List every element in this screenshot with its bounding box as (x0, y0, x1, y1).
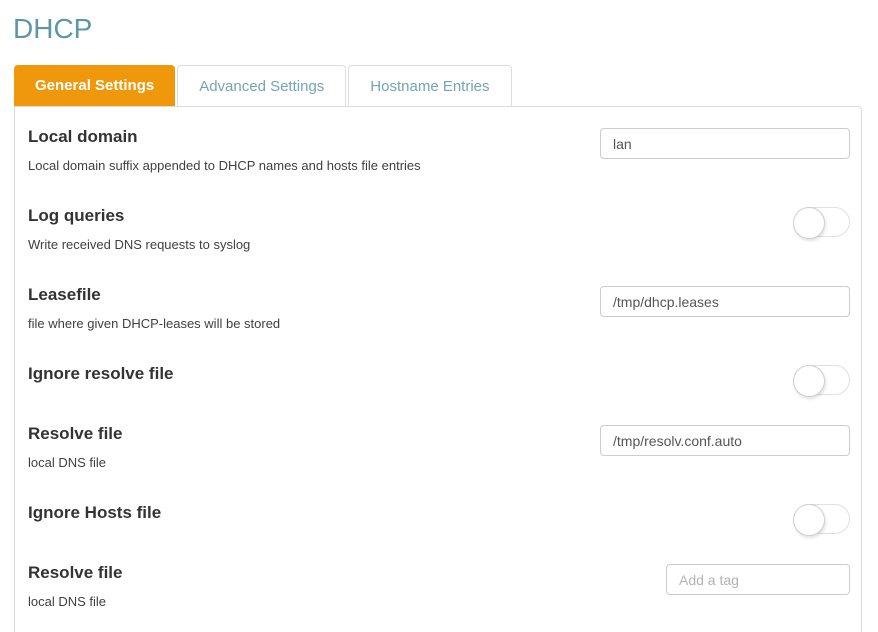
field-label: Ignore resolve file (28, 364, 174, 383)
leasefile-input[interactable] (600, 286, 850, 317)
field-description: file where given DHCP-leases will be sto… (28, 316, 281, 331)
log-queries-toggle[interactable] (793, 207, 850, 239)
tab-hostname-entries[interactable]: Hostname Entries (348, 65, 512, 106)
tab-advanced-settings[interactable]: Advanced Settings (177, 65, 347, 106)
ignore-resolve-file-toggle[interactable] (793, 365, 850, 397)
toggle-knob (793, 207, 825, 239)
toggle-knob (793, 365, 825, 397)
field-row-local-domain: Local domain Local domain suffix appende… (28, 126, 850, 173)
field-row-resolve-file: Resolve file local DNS file (28, 423, 850, 470)
general-settings-panel: Local domain Local domain suffix appende… (14, 106, 862, 632)
tab-general-settings[interactable]: General Settings (14, 65, 176, 106)
field-label: Log queries (28, 206, 125, 225)
field-row-leasefile: Leasefile file where given DHCP-leases w… (28, 284, 850, 331)
tab-bar: General Settings Advanced Settings Hostn… (14, 65, 878, 106)
field-label: Ignore Hosts file (28, 503, 162, 522)
local-domain-input[interactable] (600, 128, 850, 159)
field-description: Local domain suffix appended to DHCP nam… (28, 158, 421, 173)
resolve-file-input[interactable] (600, 425, 850, 456)
field-row-ignore-hosts-file: Ignore Hosts file (28, 502, 850, 536)
field-label: Leasefile (28, 285, 101, 304)
field-description: local DNS file (28, 455, 107, 470)
field-row-ignore-resolve-file: Ignore resolve file (28, 363, 850, 397)
field-label: Resolve file (28, 563, 123, 582)
ignore-hosts-file-toggle[interactable] (793, 504, 850, 536)
page-title: DHCP (13, 13, 93, 44)
field-label: Local domain (28, 127, 138, 146)
resolve-file-tag-input[interactable] (666, 564, 850, 595)
field-description: Write received DNS requests to syslog (28, 237, 251, 252)
field-row-resolve-file-tag: Resolve file local DNS file (28, 562, 850, 609)
toggle-knob (793, 504, 825, 536)
field-description: local DNS file (28, 594, 107, 609)
field-row-log-queries: Log queries Write received DNS requests … (28, 205, 850, 252)
field-label: Resolve file (28, 424, 123, 443)
